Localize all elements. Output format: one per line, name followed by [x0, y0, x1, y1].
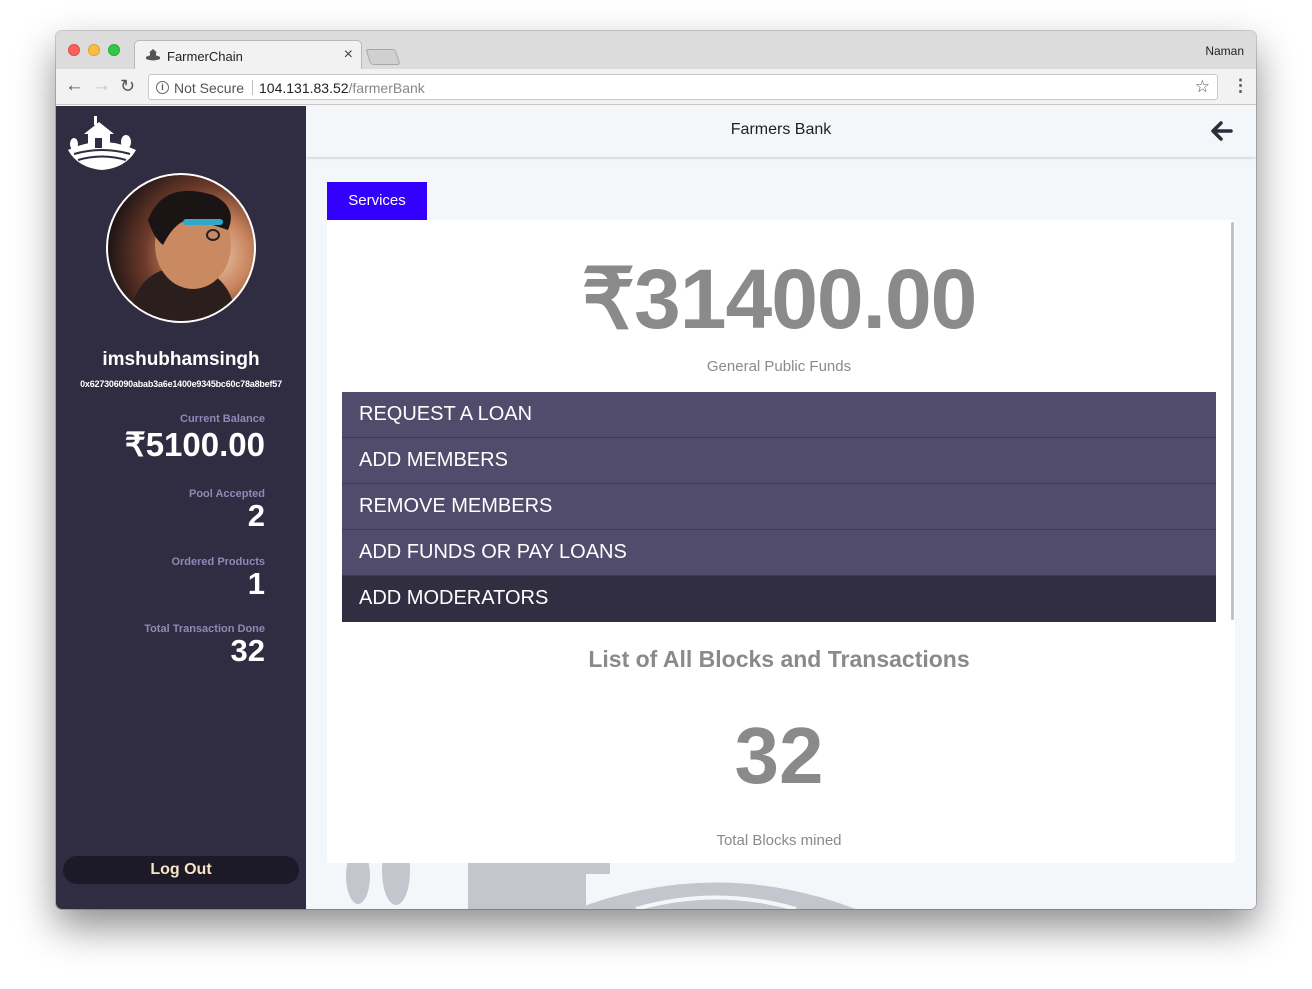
main-content: Farmers Bank Services ₹31400.00 General …: [306, 106, 1256, 909]
address-bar[interactable]: i Not Secure 104.131.83.52/farmerBank ☆: [148, 74, 1218, 100]
public-funds-label: General Public Funds: [706, 358, 852, 375]
tab-strip: FarmerChain × Naman: [56, 31, 1256, 70]
maximize-window-button[interactable]: [108, 44, 120, 56]
avatar-portrait-icon: [128, 190, 238, 321]
browser-menu-icon[interactable]: ⋮: [1232, 75, 1249, 97]
url-divider: [252, 80, 253, 95]
blocks-label: Total Blocks mined: [716, 832, 842, 849]
profile-name[interactable]: Naman: [1205, 44, 1244, 58]
url-path: /farmerBank: [348, 80, 425, 96]
arrow-left-icon[interactable]: [1211, 121, 1233, 141]
avatar[interactable]: [106, 173, 256, 323]
ordered-products-value: 1: [247, 566, 265, 601]
page-title: Farmers Bank: [730, 121, 832, 138]
new-tab-button[interactable]: [365, 49, 401, 65]
browser-tab[interactable]: FarmerChain ×: [134, 40, 362, 70]
browser-window: FarmerChain × Naman ← → ↻ i Not Secure 1…: [56, 31, 1256, 909]
username: imshubhamsingh: [102, 349, 260, 370]
farm-logo-icon: [68, 116, 136, 170]
blocks-section-title[interactable]: List of All Blocks and Transactions: [327, 646, 1231, 673]
wallet-address: 0x627306090abab3a6e1400e9345bc60c78a8bef…: [80, 379, 282, 389]
tab-services[interactable]: Services: [327, 182, 427, 220]
browser-toolbar: ← → ↻ i Not Secure 104.131.83.52/farmerB…: [56, 69, 1256, 105]
url-text[interactable]: 104.131.83.52/farmerBank: [259, 80, 425, 96]
menu-item-add-funds[interactable]: ADD FUNDS OR PAY LOANS: [342, 530, 1216, 576]
bookmark-star-icon[interactable]: ☆: [1195, 77, 1210, 97]
logout-button[interactable]: Log Out: [63, 856, 299, 884]
tab-close-icon[interactable]: ×: [344, 46, 353, 64]
services-menu: REQUEST A LOAN ADD MEMBERS REMOVE MEMBER…: [342, 392, 1216, 622]
sidebar: imshubhamsingh 0x627306090abab3a6e1400e9…: [56, 106, 306, 909]
current-balance-label: Current Balance: [180, 413, 265, 425]
reload-button[interactable]: ↻: [120, 76, 135, 96]
minimize-window-button[interactable]: [88, 44, 100, 56]
public-funds-amount: ₹31400.00: [581, 252, 978, 346]
total-transaction-value: 32: [230, 633, 265, 668]
security-label[interactable]: Not Secure: [174, 80, 244, 96]
pool-accepted-value: 2: [247, 498, 265, 533]
menu-item-add-members[interactable]: ADD MEMBERS: [342, 438, 1216, 484]
close-window-button[interactable]: [68, 44, 80, 56]
menu-item-add-moderators[interactable]: ADD MODERATORS: [342, 576, 1216, 622]
services-card: ₹31400.00 General Public Funds REQUEST A…: [327, 220, 1235, 863]
back-button[interactable]: ←: [65, 76, 84, 96]
blocks-count: 32: [734, 711, 824, 800]
top-bar: Farmers Bank: [306, 106, 1256, 157]
url-host: 104.131.83.52: [259, 80, 349, 96]
tab-title: FarmerChain: [167, 49, 243, 64]
info-icon[interactable]: i: [156, 81, 169, 94]
farm-favicon-icon: [146, 49, 160, 61]
scrollbar[interactable]: [1231, 222, 1234, 620]
menu-item-remove-members[interactable]: REMOVE MEMBERS: [342, 484, 1216, 530]
current-balance-value: ₹5100.00: [124, 426, 265, 463]
forward-button[interactable]: →: [92, 76, 111, 96]
menu-item-request-loan[interactable]: REQUEST A LOAN: [342, 392, 1216, 438]
